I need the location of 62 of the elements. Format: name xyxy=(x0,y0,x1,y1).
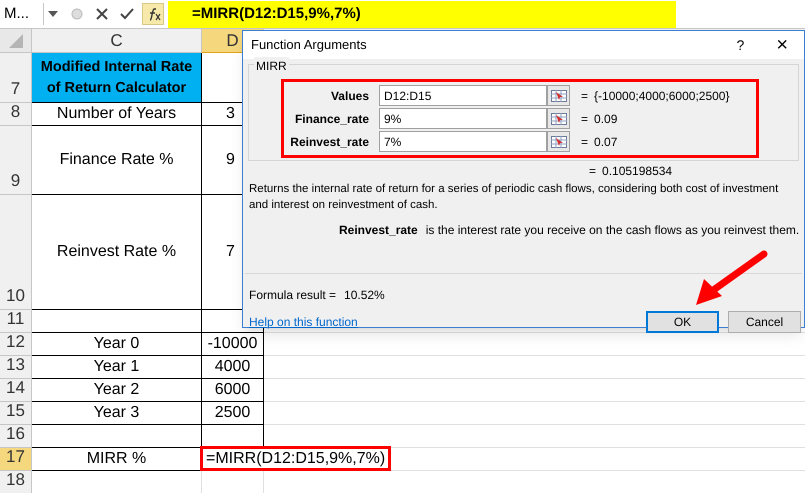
help-link[interactable]: Help on this function xyxy=(249,313,358,331)
dialog-button[interactable]: Cancel xyxy=(728,311,801,333)
cancel-icon[interactable] xyxy=(96,8,108,20)
grid-icon xyxy=(550,136,566,148)
row-header[interactable]: 15 xyxy=(0,402,32,425)
corner-icon xyxy=(8,34,22,48)
name-box[interactable]: M... xyxy=(0,3,44,25)
row-header[interactable]: 12 xyxy=(0,333,32,356)
formula-cell-highlight: =MIRR(D12:D15,9%,7%) xyxy=(200,446,392,471)
equals-sign: = xyxy=(581,134,588,150)
equals-sign: = xyxy=(589,163,596,180)
help-button[interactable]: ? xyxy=(736,34,744,56)
range-select-button[interactable] xyxy=(547,85,570,106)
range-select-button[interactable] xyxy=(547,108,570,129)
argument-field[interactable]: D12:D15 xyxy=(379,85,547,106)
argument-name: Reinvest_rate xyxy=(339,222,418,239)
row-header[interactable]: 7 xyxy=(0,53,32,103)
check-icon[interactable] xyxy=(120,8,134,20)
table-cell: Finance Rate % xyxy=(32,126,202,195)
name-box-text: M... xyxy=(4,4,29,24)
formula-result-value: 10.52% xyxy=(344,287,385,304)
function-button[interactable] xyxy=(142,3,164,25)
caret-icon[interactable] xyxy=(48,11,58,17)
table-cell: Year 3 xyxy=(32,402,202,425)
row-header[interactable]: 17 xyxy=(0,448,32,471)
row-header[interactable]: 13 xyxy=(0,356,32,379)
row-header[interactable]: 11 xyxy=(0,310,32,333)
row-header[interactable]: 14 xyxy=(0,379,32,402)
argument-label: Reinvest_rate xyxy=(289,134,370,150)
row-header[interactable]: 9 xyxy=(0,126,32,195)
table-cell: Number of Years xyxy=(32,103,202,126)
row-header[interactable]: 8 xyxy=(0,103,32,126)
argument-label: Finance_rate xyxy=(294,110,370,128)
formula-bar[interactable]: =MIRR(D12:D15,9%,7%) xyxy=(168,0,676,28)
table-cell: Year 2 xyxy=(32,379,202,402)
table-cell: 4000 xyxy=(202,356,264,379)
row-header[interactable]: 16 xyxy=(0,425,32,448)
grid-icon xyxy=(550,112,566,124)
grid-icon xyxy=(550,90,566,102)
argument-field[interactable]: 7% xyxy=(379,131,547,152)
argument-result: {-10000;4000;6000;2500} xyxy=(594,88,730,104)
range-select-button[interactable] xyxy=(547,131,570,152)
title-cell: Modified Internal Rate of Return Calculator xyxy=(32,53,202,103)
equals-sign: = xyxy=(581,88,588,104)
row-header[interactable]: 10 xyxy=(0,195,32,310)
argument-label: Values xyxy=(330,88,370,104)
argument-result: 0.07 xyxy=(594,134,618,150)
table-cell: 6000 xyxy=(202,379,264,402)
table-cell: Year 0 xyxy=(32,333,202,356)
close-button[interactable]: × xyxy=(776,35,788,55)
argument-result: 0.09 xyxy=(594,110,618,128)
argument-field[interactable]: 9% xyxy=(379,108,547,129)
equals-sign: = xyxy=(581,110,588,128)
column-header[interactable]: C xyxy=(32,29,202,53)
table-cell: Reinvest Rate % xyxy=(32,195,202,310)
row-header[interactable]: 18 xyxy=(0,471,32,493)
dialog-button[interactable]: OK xyxy=(646,311,719,333)
argument-help-text: is the interest rate you receive on the cash flows as you reinvest them. xyxy=(426,222,800,239)
table-cell: Year 1 xyxy=(32,356,202,379)
table-cell: -10000 xyxy=(202,333,264,356)
table-cell: 2500 xyxy=(202,402,264,425)
total-result: 0.105198534 xyxy=(602,163,672,180)
